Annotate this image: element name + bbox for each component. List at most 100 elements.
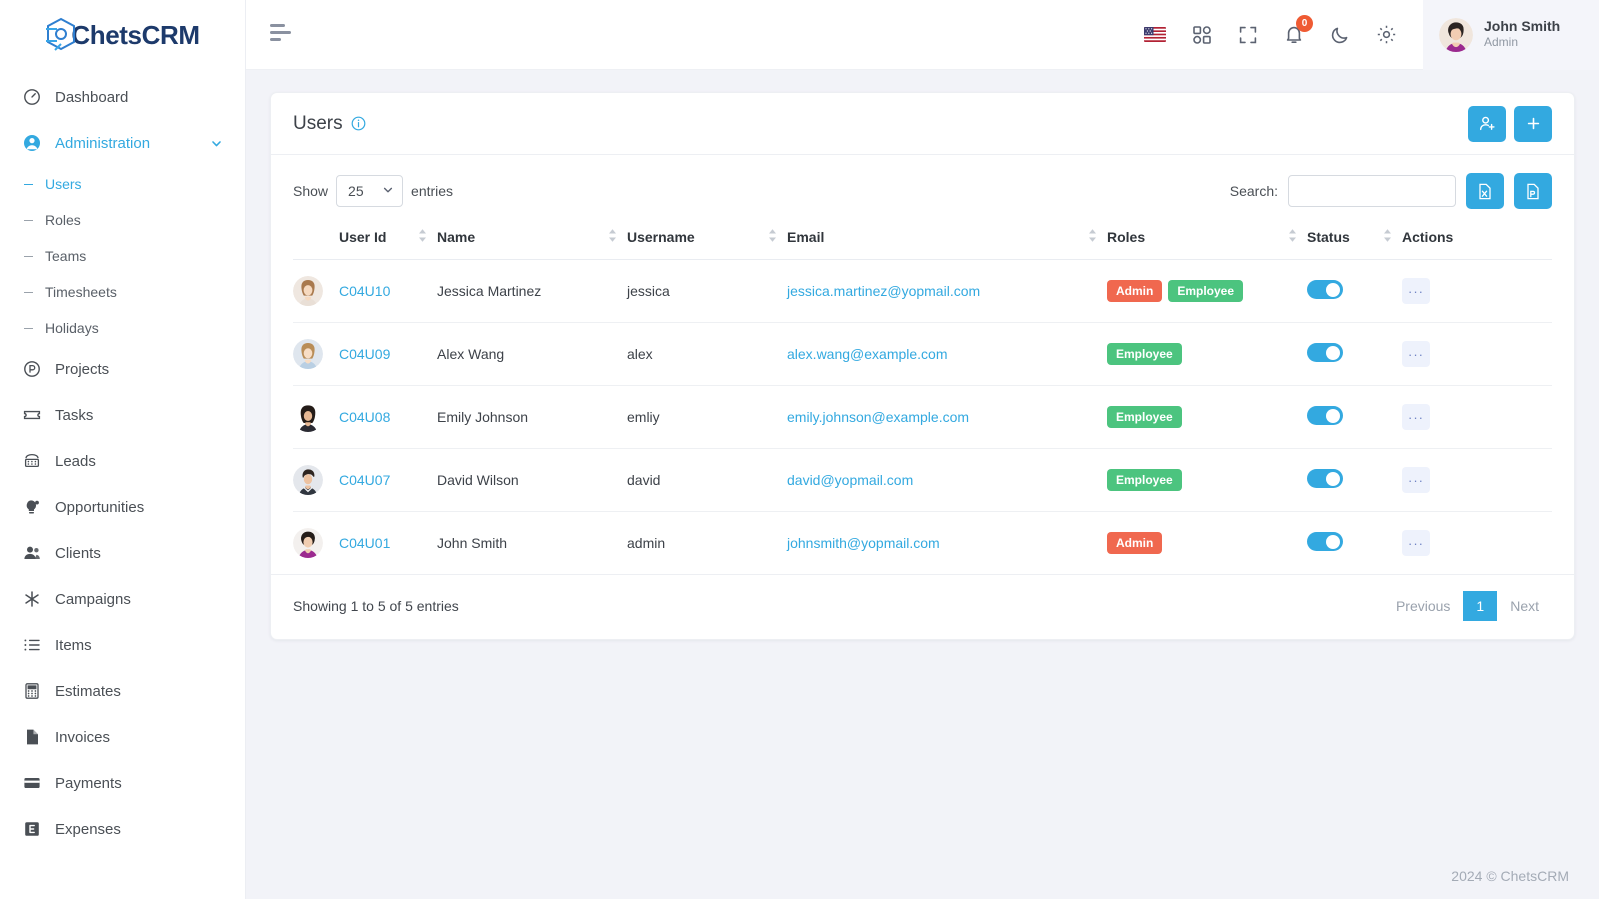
sidebar-item-projects[interactable]: Projects bbox=[0, 346, 245, 392]
role-badge: Employee bbox=[1168, 280, 1243, 302]
add-user-button[interactable] bbox=[1468, 106, 1506, 142]
fullscreen-icon[interactable] bbox=[1238, 25, 1258, 45]
add-button[interactable] bbox=[1514, 106, 1552, 142]
moon-icon[interactable] bbox=[1330, 25, 1350, 45]
gear-icon[interactable] bbox=[1376, 24, 1397, 45]
sidebar-item-campaigns[interactable]: Campaigns bbox=[0, 576, 245, 622]
row-actions-button[interactable]: ··· bbox=[1402, 530, 1430, 556]
sidebar-item-opportunities[interactable]: Opportunities bbox=[0, 484, 245, 530]
cell-username: admin bbox=[627, 512, 787, 575]
page-length-select[interactable]: 102550100 bbox=[336, 175, 403, 207]
export-excel-button[interactable] bbox=[1466, 173, 1504, 209]
export-pdf-button[interactable] bbox=[1514, 173, 1552, 209]
user-id-link[interactable]: C04U10 bbox=[339, 283, 390, 299]
sort-icon[interactable] bbox=[768, 229, 777, 246]
cell-user-id: C04U08 bbox=[339, 386, 437, 449]
sidebar-item-holidays[interactable]: Holidays bbox=[0, 310, 245, 346]
status-toggle[interactable] bbox=[1307, 469, 1343, 488]
dash-icon bbox=[24, 256, 33, 257]
cell-actions: ··· bbox=[1402, 323, 1552, 386]
sidebar-item-tasks[interactable]: Tasks bbox=[0, 392, 245, 438]
sidebar-item-dashboard[interactable]: Dashboard bbox=[0, 74, 245, 120]
hamburger-icon[interactable] bbox=[270, 24, 296, 45]
chevron-down-icon[interactable] bbox=[210, 137, 223, 150]
telephone-icon bbox=[22, 452, 41, 471]
sidebar-item-administration[interactable]: Administration bbox=[0, 120, 245, 166]
sort-icon[interactable] bbox=[1288, 229, 1297, 246]
main-area: 0 bbox=[246, 0, 1599, 899]
page-title-text: Users bbox=[293, 113, 343, 135]
sidebar-item-label: Invoices bbox=[55, 729, 245, 746]
row-actions-button[interactable]: ··· bbox=[1402, 467, 1430, 493]
sidebar-item-items[interactable]: Items bbox=[0, 622, 245, 668]
avatar bbox=[293, 528, 323, 558]
sidebar-item-payments[interactable]: Payments bbox=[0, 760, 245, 806]
sidebar-item-estimates[interactable]: Estimates bbox=[0, 668, 245, 714]
table-row: C04U01John Smithadminjohnsmith@yopmail.c… bbox=[293, 512, 1552, 575]
sidebar-item-invoices[interactable]: Invoices bbox=[0, 714, 245, 760]
cell-username: emliy bbox=[627, 386, 787, 449]
cell-user-id: C04U07 bbox=[339, 449, 437, 512]
column-header-status[interactable]: Status bbox=[1307, 215, 1402, 260]
status-toggle[interactable] bbox=[1307, 280, 1343, 299]
user-id-link[interactable]: C04U01 bbox=[339, 535, 390, 551]
sidebar-item-timesheets[interactable]: Timesheets bbox=[0, 274, 245, 310]
status-toggle[interactable] bbox=[1307, 343, 1343, 362]
user-id-link[interactable]: C04U07 bbox=[339, 472, 390, 488]
sidebar-item-clients[interactable]: Clients bbox=[0, 530, 245, 576]
sidebar-item-leads[interactable]: Leads bbox=[0, 438, 245, 484]
user-profile-menu[interactable]: John Smith Admin bbox=[1423, 0, 1599, 70]
sidebar-subitem-label: Holidays bbox=[45, 320, 99, 336]
sidebar-item-expenses[interactable]: Expenses bbox=[0, 806, 245, 852]
row-actions-button[interactable]: ··· bbox=[1402, 404, 1430, 430]
sort-icon[interactable] bbox=[418, 229, 427, 246]
sidebar-item-teams[interactable]: Teams bbox=[0, 238, 245, 274]
sort-icon[interactable] bbox=[1088, 229, 1097, 246]
column-header-name[interactable]: Name bbox=[437, 215, 627, 260]
sidebar-item-roles[interactable]: Roles bbox=[0, 202, 245, 238]
grid-apps-icon[interactable] bbox=[1192, 25, 1212, 45]
ticket-icon bbox=[22, 406, 41, 425]
dash-icon bbox=[24, 184, 33, 185]
pagination-previous[interactable]: Previous bbox=[1383, 591, 1463, 621]
sort-icon[interactable] bbox=[608, 229, 617, 246]
row-actions-button[interactable]: ··· bbox=[1402, 341, 1430, 367]
logo[interactable]: ChetsCRM bbox=[0, 0, 245, 70]
avatar bbox=[293, 402, 323, 432]
pagination-page-1[interactable]: 1 bbox=[1463, 591, 1497, 621]
table-wrap: User IdNameUsernameEmailRolesStatusActio… bbox=[271, 215, 1574, 574]
cell-username: david bbox=[627, 449, 787, 512]
column-header-avatar bbox=[293, 215, 339, 260]
status-toggle[interactable] bbox=[1307, 406, 1343, 425]
email-link[interactable]: david@yopmail.com bbox=[787, 472, 913, 488]
info-circle-icon[interactable] bbox=[351, 116, 366, 131]
cell-username: jessica bbox=[627, 260, 787, 323]
cell-avatar bbox=[293, 449, 339, 512]
bell-icon[interactable]: 0 bbox=[1284, 24, 1304, 45]
user-id-link[interactable]: C04U09 bbox=[339, 346, 390, 362]
user-id-link[interactable]: C04U08 bbox=[339, 409, 390, 425]
column-header-username[interactable]: Username bbox=[627, 215, 787, 260]
plus-icon bbox=[1526, 116, 1541, 131]
column-header-email[interactable]: Email bbox=[787, 215, 1107, 260]
sort-icon[interactable] bbox=[1383, 229, 1392, 246]
column-header-actions: Actions bbox=[1402, 215, 1552, 260]
table-toolbar: Show 102550100 entries Search: bbox=[271, 155, 1574, 215]
avatar bbox=[293, 276, 323, 306]
email-link[interactable]: emily.johnson@example.com bbox=[787, 409, 969, 425]
table-header-row: User IdNameUsernameEmailRolesStatusActio… bbox=[293, 215, 1552, 260]
search-input[interactable] bbox=[1288, 175, 1456, 207]
profile-name: John Smith bbox=[1484, 18, 1560, 36]
status-toggle[interactable] bbox=[1307, 532, 1343, 551]
email-link[interactable]: alex.wang@example.com bbox=[787, 346, 948, 362]
column-header-user-id[interactable]: User Id bbox=[339, 215, 437, 260]
us-flag-icon[interactable] bbox=[1144, 27, 1166, 42]
page-footer: 2024 © ChetsCRM bbox=[246, 853, 1599, 899]
email-link[interactable]: jessica.martinez@yopmail.com bbox=[787, 283, 980, 299]
row-actions-button[interactable]: ··· bbox=[1402, 278, 1430, 304]
sidebar-item-users[interactable]: Users bbox=[0, 166, 245, 202]
pagination-next[interactable]: Next bbox=[1497, 591, 1552, 621]
email-link[interactable]: johnsmith@yopmail.com bbox=[787, 535, 940, 551]
cell-avatar bbox=[293, 512, 339, 575]
column-header-roles[interactable]: Roles bbox=[1107, 215, 1307, 260]
